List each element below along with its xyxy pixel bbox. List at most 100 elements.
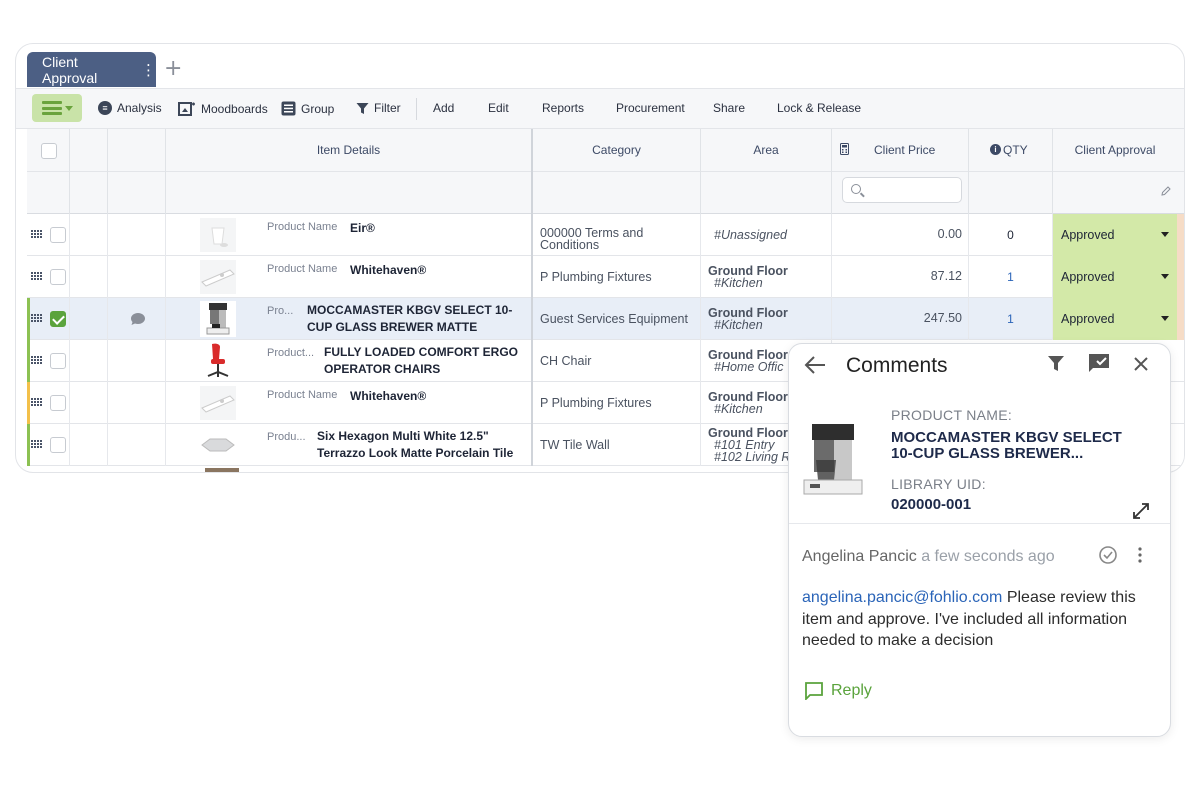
product-thumbnail[interactable] [198,385,238,421]
add-label: Add [433,101,455,115]
header-category[interactable]: Category [533,129,701,214]
qty-cell[interactable]: 1 [969,298,1053,340]
product-thumbnail[interactable] [198,342,238,380]
tab-menu-icon[interactable]: ⋮ [141,61,156,79]
close-icon[interactable] [1133,356,1149,372]
lock-release-button[interactable]: Lock & Release [777,101,861,115]
filter-icon[interactable] [1047,355,1065,372]
table-row[interactable]: Pro... MOCCAMASTER KBGV SELECT 10-CUP GL… [27,298,1184,340]
row-checkbox[interactable] [50,269,66,285]
comment-product-info: PRODUCT NAME: MOCCAMASTER KBGV SELECT 10… [789,394,1170,524]
table-row[interactable]: Product Name Eir® 000000 Terms and Condi… [27,214,1184,256]
product-name-value: Whitehaven® [350,263,427,277]
row-comment-cell [108,340,166,382]
row-checkbox[interactable] [50,395,66,411]
row-checkbox[interactable] [50,311,66,327]
product-thumbnail[interactable] [198,217,238,253]
category-cell[interactable]: Guest Services Equipment [533,298,701,340]
client-approval-dropdown[interactable]: Approved [1053,298,1177,340]
item-details-cell[interactable]: Product Name Whitehaven® [166,382,533,424]
client-price-cell[interactable]: 87.12 [832,256,969,298]
row-checkbox[interactable] [50,353,66,369]
pencil-icon[interactable] [1161,186,1171,196]
resolved-comments-icon[interactable] [1087,353,1111,374]
drag-handle-icon[interactable] [31,440,42,449]
item-details-cell[interactable]: Product Name Whitehaven® [166,256,533,298]
row-checkbox[interactable] [50,227,66,243]
item-details-cell[interactable]: Produ... Six Hexagon Multi White 12.5" T… [166,424,533,466]
comment-bubble-icon[interactable] [130,312,146,326]
analysis-label: Analysis [117,101,162,115]
resolve-check-icon[interactable] [1098,545,1118,565]
item-details-heading: Item Details [316,143,381,157]
header-qty[interactable]: i QTY [969,129,1053,214]
add-tab-icon[interactable]: + [164,56,182,81]
row-checkbox[interactable] [50,437,66,453]
analysis-button[interactable]: ≡ Analysis [98,101,162,115]
qty-cell[interactable]: 0 [969,214,1053,256]
product-thumbnail[interactable] [198,301,238,337]
category-cell[interactable]: 000000 Terms and Conditions [533,214,701,256]
library-uid-label: LIBRARY UID: [891,476,986,492]
client-price-cell[interactable]: 247.50 [832,298,969,340]
more-options-icon[interactable] [1137,547,1143,563]
reply-button[interactable]: Reply [804,681,872,700]
edit-button[interactable]: Edit [488,101,509,115]
expand-icon[interactable] [1131,501,1151,521]
category-cell[interactable]: TW Tile Wall [533,424,701,466]
procurement-button[interactable]: Procurement [616,101,685,115]
drag-handle-icon[interactable] [31,356,42,365]
filter-icon [356,102,369,114]
info-icon: i [990,144,1001,155]
row-status-strip [1177,256,1184,298]
header-client-price[interactable]: Client Price [832,129,969,214]
product-thumbnail[interactable] [198,427,238,463]
qty-cell[interactable]: 1 [969,256,1053,298]
category-cell[interactable]: P Plumbing Fixtures [533,382,701,424]
client-price-cell[interactable]: 0.00 [832,214,969,256]
price-search-input[interactable] [842,177,962,203]
drag-handle-icon[interactable] [31,314,42,323]
item-details-cell[interactable]: Pro... MOCCAMASTER KBGV SELECT 10-CUP GL… [166,298,533,340]
filter-button[interactable]: Filter [356,101,401,115]
category-value: P Plumbing Fixtures [540,396,652,410]
reply-label: Reply [831,681,872,699]
product-name-label: Product Name [267,389,338,401]
client-approval-dropdown[interactable]: Approved [1053,256,1177,298]
drag-handle-icon[interactable] [31,398,42,407]
product-name-value: Six Hexagon Multi White 12.5" Terrazzo L… [317,429,514,460]
tab-client-approval[interactable]: Client Approval ⋮ [27,52,156,87]
back-arrow-icon[interactable] [803,355,827,375]
category-value: Guest Services Equipment [540,312,688,326]
row-blank-cell [70,424,108,466]
row-status-strip [1177,298,1184,340]
share-button[interactable]: Share [713,101,745,115]
category-cell[interactable]: CH Chair [533,340,701,382]
view-menu-button[interactable] [32,94,82,122]
toolbar-divider [416,98,417,120]
header-item-details[interactable]: Item Details [166,129,533,214]
comment-mention[interactable]: angelina.pancic@fohlio.com [802,589,1002,606]
item-details-cell[interactable]: Product... FULLY LOADED COMFORT ERGO OPE… [166,340,533,382]
area-cell[interactable]: #Unassigned [701,214,832,256]
add-button[interactable]: Add [433,101,454,115]
row-blank-cell [70,382,108,424]
reports-label: Reports [542,101,585,115]
header-client-approval[interactable]: Client Approval [1053,129,1177,214]
select-all-checkbox[interactable] [41,143,57,159]
product-thumbnail[interactable] [198,259,238,295]
item-details-cell[interactable]: Product Name Eir® [166,214,533,256]
area-cell[interactable]: Ground Floor #Kitchen [701,298,832,340]
comments-header: Comments [789,344,1170,386]
drag-handle-icon[interactable] [31,272,42,281]
group-button[interactable]: Group [281,101,334,116]
moodboards-button[interactable]: Moodboards [178,101,268,117]
table-row[interactable]: Product Name Whitehaven® P Plumbing Fixt… [27,256,1184,298]
drag-handle-icon[interactable] [31,230,42,239]
client-approval-dropdown[interactable]: Approved [1053,214,1177,256]
header-area[interactable]: Area [701,129,832,214]
area-cell[interactable]: Ground Floor #Kitchen [701,256,832,298]
category-cell[interactable]: P Plumbing Fixtures [533,256,701,298]
product-image [792,420,874,498]
reports-button[interactable]: Reports [542,101,584,115]
